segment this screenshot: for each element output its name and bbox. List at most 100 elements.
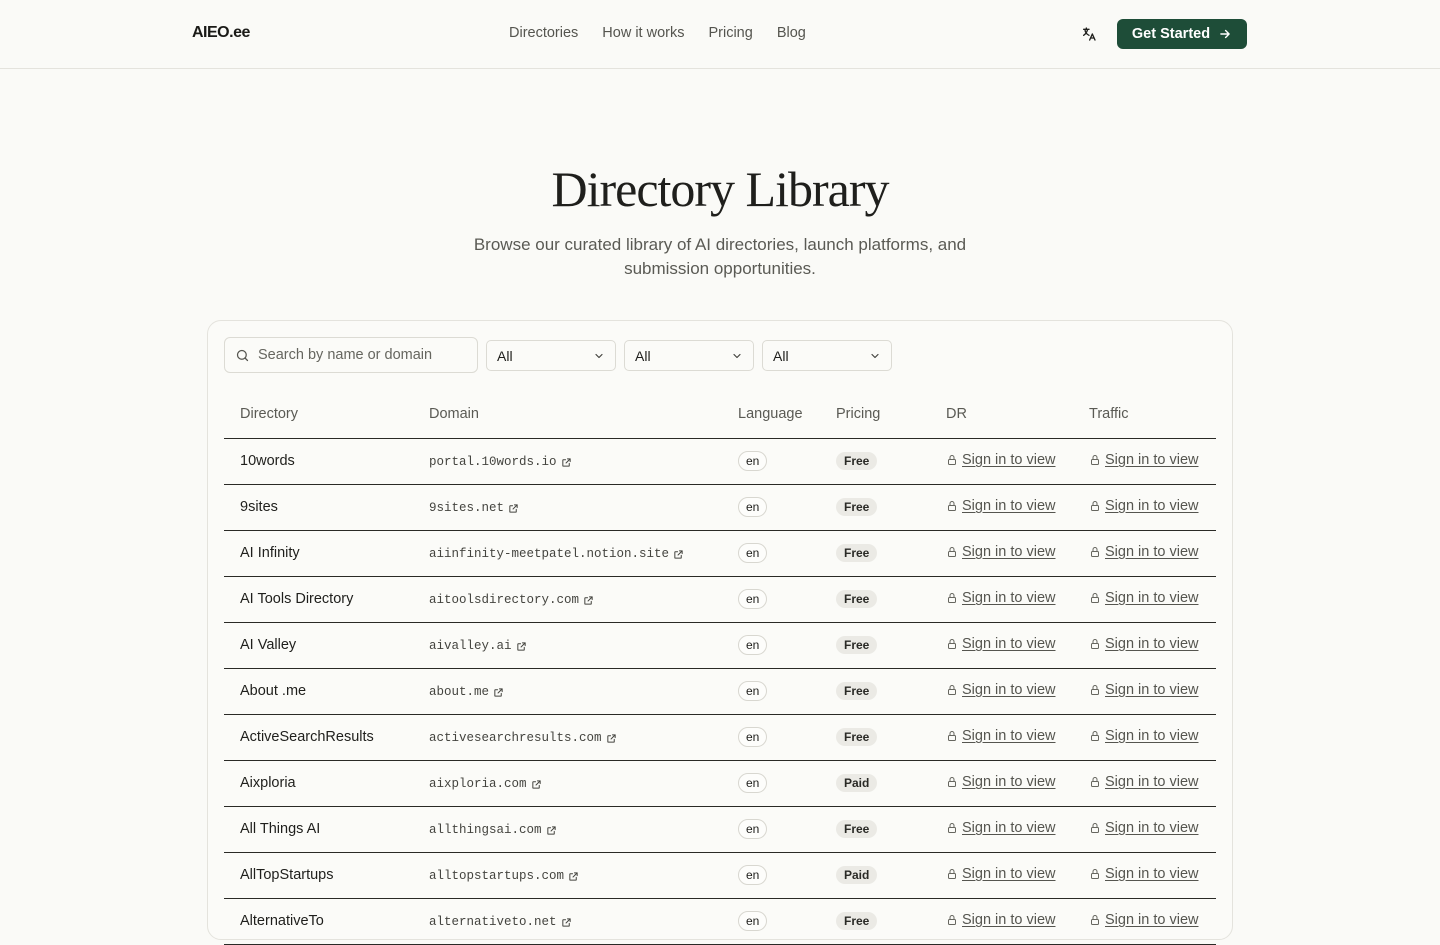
col-dr[interactable]: DR: [930, 391, 1073, 439]
language-cell: en: [722, 760, 820, 807]
col-directory[interactable]: Directory: [224, 391, 413, 439]
directory-name[interactable]: Aixploria: [240, 775, 296, 791]
dr-sign-in-link[interactable]: Sign in to view: [946, 452, 1056, 468]
sign-in-label: Sign in to view: [1105, 682, 1199, 698]
dr-cell: Sign in to view: [930, 714, 1073, 761]
table-row[interactable]: AI Valley aivalley.ai en Free Sign in to vie…: [224, 622, 1216, 669]
top-header: AIEO.ee Directories How it works Pricing…: [0, 0, 1440, 69]
traffic-sign-in-link[interactable]: Sign in to view: [1089, 728, 1199, 744]
traffic-sign-in-link[interactable]: Sign in to view: [1089, 820, 1199, 836]
traffic-sign-in-link[interactable]: Sign in to view: [1089, 452, 1199, 468]
directory-name[interactable]: 10words: [240, 453, 295, 469]
table-row[interactable]: AI Tools Directory aitoolsdirectory.com en…: [224, 576, 1216, 623]
table-row[interactable]: 9sites 9sites.net en Free Sign in to view Sig…: [224, 484, 1216, 531]
filter-select-3-value: All: [773, 347, 789, 364]
filter-select-2[interactable]: All: [624, 340, 754, 371]
table-row[interactable]: About .me about.me en Free Sign in to view Si…: [224, 668, 1216, 715]
directory-cell: ActiveSearchResults: [224, 714, 413, 761]
domain-link[interactable]: alternativeto.net: [429, 915, 572, 929]
dr-sign-in-link[interactable]: Sign in to view: [946, 544, 1056, 560]
dr-sign-in-link[interactable]: Sign in to view: [946, 728, 1056, 744]
dr-cell: Sign in to view: [930, 438, 1073, 485]
nav-how-it-works[interactable]: How it works: [602, 25, 684, 41]
external-link-icon: [584, 595, 593, 605]
domain-link[interactable]: aixploria.com: [429, 777, 542, 791]
sign-in-label: Sign in to view: [1105, 728, 1199, 744]
traffic-sign-in-link[interactable]: Sign in to view: [1089, 590, 1199, 606]
table-row[interactable]: AlternativeTo alternativeto.net en Free Sign…: [224, 898, 1216, 945]
table-row[interactable]: AI Infinity aiinfinity-meetpatel.notion.s…: [224, 530, 1216, 577]
pricing-cell: Free: [820, 668, 930, 715]
dr-sign-in-link[interactable]: Sign in to view: [946, 912, 1056, 928]
dr-sign-in-link[interactable]: Sign in to view: [946, 498, 1056, 514]
col-domain[interactable]: Domain: [413, 391, 722, 439]
dr-sign-in-link[interactable]: Sign in to view: [946, 774, 1056, 790]
sign-in-label: Sign in to view: [1105, 544, 1199, 560]
sign-in-label: Sign in to view: [962, 912, 1056, 928]
language-badge: en: [738, 911, 768, 931]
traffic-sign-in-link[interactable]: Sign in to view: [1089, 636, 1199, 652]
directory-name[interactable]: AI Infinity: [240, 545, 300, 561]
table-row[interactable]: All Things AI allthingsai.com en Free Sign i…: [224, 806, 1216, 853]
language-badge: en: [738, 497, 768, 517]
traffic-sign-in-link[interactable]: Sign in to view: [1089, 682, 1199, 698]
domain-link[interactable]: portal.10words.io: [429, 455, 572, 469]
col-pricing[interactable]: Pricing: [820, 391, 930, 439]
dr-sign-in-link[interactable]: Sign in to view: [946, 682, 1056, 698]
dr-sign-in-link[interactable]: Sign in to view: [946, 866, 1056, 882]
directory-cell: AI Tools Directory: [224, 576, 413, 623]
traffic-sign-in-link[interactable]: Sign in to view: [1089, 912, 1199, 928]
domain-link[interactable]: 9sites.net: [429, 501, 519, 515]
directory-name[interactable]: AI Valley: [240, 637, 296, 653]
sign-in-label: Sign in to view: [1105, 636, 1199, 652]
dr-sign-in-link[interactable]: Sign in to view: [946, 820, 1056, 836]
domain-link[interactable]: aiinfinity-meetpatel.notion.site: [429, 547, 684, 561]
directory-name[interactable]: About .me: [240, 683, 306, 699]
dr-sign-in-link[interactable]: Sign in to view: [946, 590, 1056, 606]
directory-name[interactable]: ActiveSearchResults: [240, 729, 374, 745]
domain-link[interactable]: aitoolsdirectory.com: [429, 593, 594, 607]
table-row[interactable]: AllTopStartups alltopstartups.com en Paid Si…: [224, 852, 1216, 899]
logo[interactable]: AIEO.ee: [192, 24, 250, 42]
col-traffic[interactable]: Traffic: [1073, 391, 1216, 439]
lock-icon: [948, 869, 956, 879]
directory-name[interactable]: 9sites: [240, 499, 278, 515]
search-field[interactable]: [224, 337, 478, 373]
traffic-sign-in-link[interactable]: Sign in to view: [1089, 774, 1199, 790]
directory-name[interactable]: AllTopStartups: [240, 867, 334, 883]
nav-directories[interactable]: Directories: [509, 25, 578, 41]
col-language[interactable]: Language: [722, 391, 820, 439]
sign-in-label: Sign in to view: [962, 636, 1056, 652]
traffic-sign-in-link[interactable]: Sign in to view: [1089, 866, 1199, 882]
filter-select-1[interactable]: All: [486, 340, 616, 371]
filter-select-3[interactable]: All: [762, 340, 892, 371]
lock-icon: [948, 685, 956, 695]
traffic-cell: Sign in to view: [1073, 484, 1216, 531]
table-row[interactable]: Aixploria aixploria.com en Paid Sign in to v…: [224, 760, 1216, 807]
table-row[interactable]: ActiveSearchResults activesearchresults.c…: [224, 714, 1216, 761]
nav-pricing[interactable]: Pricing: [708, 25, 752, 41]
language-badge: en: [738, 589, 768, 609]
dr-sign-in-link[interactable]: Sign in to view: [946, 636, 1056, 652]
directory-name[interactable]: All Things AI: [240, 821, 320, 837]
table-row[interactable]: 10words portal.10words.io en Free Sign in to…: [224, 438, 1216, 485]
directory-name[interactable]: AlternativeTo: [240, 913, 324, 929]
domain-link[interactable]: about.me: [429, 685, 504, 699]
get-started-button[interactable]: Get Started: [1117, 19, 1247, 49]
sign-in-label: Sign in to view: [1105, 590, 1199, 606]
domain-link[interactable]: aivalley.ai: [429, 639, 527, 653]
domain-link[interactable]: alltopstartups.com: [429, 869, 579, 883]
search-input[interactable]: [258, 347, 458, 363]
traffic-sign-in-link[interactable]: Sign in to view: [1089, 498, 1199, 514]
lock-icon: [948, 823, 956, 833]
domain-link[interactable]: allthingsai.com: [429, 823, 557, 837]
domain-cell: portal.10words.io: [413, 438, 722, 485]
chevron-down-icon: [595, 353, 603, 358]
translate-icon[interactable]: [1078, 23, 1100, 45]
directory-name[interactable]: AI Tools Directory: [240, 591, 353, 607]
pricing-cell: Free: [820, 576, 930, 623]
traffic-sign-in-link[interactable]: Sign in to view: [1089, 544, 1199, 560]
nav-blog[interactable]: Blog: [777, 25, 806, 41]
domain-link[interactable]: activesearchresults.com: [429, 731, 617, 745]
pricing-badge: Paid: [836, 866, 878, 884]
